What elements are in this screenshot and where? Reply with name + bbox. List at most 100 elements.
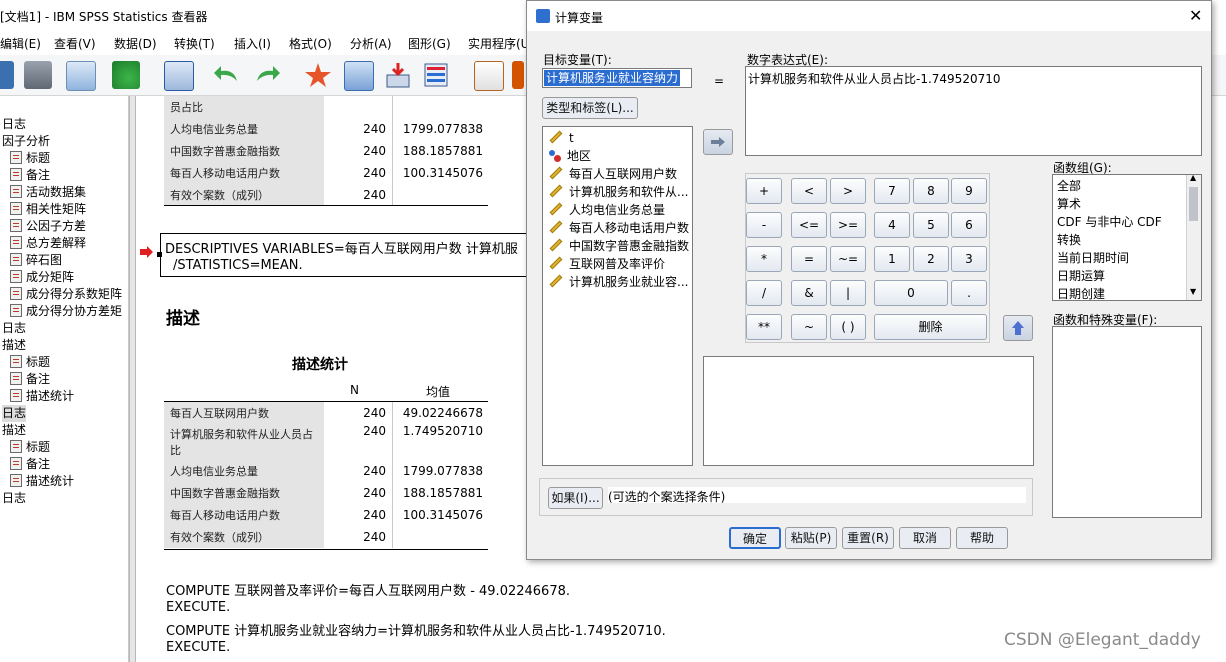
edit-icon[interactable]	[474, 61, 504, 91]
variable-list-item[interactable]: t	[549, 129, 574, 147]
key-not[interactable]: ~	[791, 314, 827, 340]
variable-list-item[interactable]: 中国数字普惠金融指数	[549, 237, 689, 255]
key-and[interactable]: &	[791, 280, 827, 306]
key-3[interactable]: 3	[951, 246, 987, 272]
paste-button[interactable]: 粘贴(P)	[785, 527, 837, 549]
outline-item[interactable]: 标题	[10, 150, 50, 167]
outline-item[interactable]: 备注	[10, 167, 50, 184]
function-group-item[interactable]: 日期创建	[1057, 285, 1105, 300]
menu-transform[interactable]: 转换(T)	[174, 35, 215, 52]
redo-icon[interactable]	[252, 61, 282, 89]
type-and-label-button[interactable]: 类型和标签(L)...	[542, 97, 638, 119]
undo-icon[interactable]	[212, 61, 242, 89]
save-icon[interactable]	[0, 61, 14, 89]
functions-special-variables-list[interactable]	[1052, 326, 1202, 518]
outline-item[interactable]: 标题	[10, 439, 50, 456]
variable-list-item[interactable]: 人均电信业务总量	[549, 201, 665, 219]
outline-item[interactable]: 描述统计	[10, 473, 74, 490]
key-delete[interactable]: 删除	[874, 314, 987, 340]
goto-case-icon[interactable]	[304, 61, 332, 89]
reset-button[interactable]: 重置(R)	[842, 527, 894, 549]
function-group-item[interactable]: 全部	[1057, 177, 1081, 195]
outline-item[interactable]: 描述统计	[10, 388, 74, 405]
variable-list-item[interactable]: 计算机服务业就业容...	[549, 273, 688, 291]
outline-item[interactable]: 日志	[2, 405, 27, 422]
key-6[interactable]: 6	[951, 212, 987, 238]
key-7[interactable]: 7	[874, 178, 910, 204]
menu-utilities[interactable]: 实用程序(U	[468, 35, 529, 52]
variable-list-item[interactable]: 每百人移动电话用户数	[549, 219, 689, 237]
key-greater-than[interactable]: >	[830, 178, 866, 204]
key-equals[interactable]: =	[791, 246, 827, 272]
move-function-up-button[interactable]	[1003, 315, 1033, 341]
function-group-scrollbar[interactable]: ▲ ▼	[1186, 175, 1201, 300]
key-5[interactable]: 5	[913, 212, 949, 238]
toolbar-overflow-icon[interactable]	[512, 61, 524, 89]
split-file-icon[interactable]	[422, 61, 450, 89]
numeric-expression-field[interactable]: 计算机服务和软件从业人员占比-1.749520710	[745, 66, 1202, 156]
key-not-equal[interactable]: ~=	[830, 246, 866, 272]
key-less-equal[interactable]: <=	[791, 212, 827, 238]
outline-item[interactable]: 总方差解释	[10, 235, 86, 252]
key-or[interactable]: |	[830, 280, 866, 306]
key-8[interactable]: 8	[913, 178, 949, 204]
key-0[interactable]: 0	[874, 280, 948, 306]
function-group-item[interactable]: 算术	[1057, 195, 1081, 213]
key-decimal[interactable]: .	[951, 280, 987, 306]
print-preview-icon[interactable]	[66, 61, 96, 91]
variable-list-item[interactable]: 每百人互联网用户数	[549, 165, 677, 183]
function-group-list[interactable]: ▲ ▼ 全部 算术 CDF 与非中心 CDF 转换 当前日期时间 日期运算 日期创建	[1052, 174, 1202, 301]
outline-item[interactable]: 成分得分协方差矩	[10, 303, 122, 320]
variable-list-item[interactable]: 地区	[549, 147, 591, 165]
outline-item[interactable]: 公因子方差	[10, 218, 86, 235]
help-button[interactable]: 帮助	[956, 527, 1008, 549]
menu-format[interactable]: 格式(O)	[289, 35, 332, 52]
key-divide[interactable]: /	[746, 280, 782, 306]
outline-item[interactable]: 碎石图	[10, 252, 62, 269]
menu-view[interactable]: 查看(V)	[54, 35, 96, 52]
key-parentheses[interactable]: ( )	[830, 314, 866, 340]
recall-dialog-icon[interactable]	[164, 61, 194, 91]
function-group-item[interactable]: 日期运算	[1057, 267, 1105, 285]
menu-data[interactable]: 数据(D)	[114, 35, 157, 52]
outline-item[interactable]: 描述	[2, 422, 26, 439]
outline-item[interactable]: 因子分析	[2, 133, 50, 150]
move-to-expression-button[interactable]	[703, 129, 733, 155]
key-less-than[interactable]: <	[791, 178, 827, 204]
close-icon[interactable]: ✕	[1189, 6, 1202, 25]
menu-analyze[interactable]: 分析(A)	[350, 35, 392, 52]
key-multiply[interactable]: *	[746, 246, 782, 272]
outline-item[interactable]: 日志	[2, 116, 26, 133]
outline-item[interactable]: 成分得分系数矩阵	[10, 286, 122, 303]
key-plus[interactable]: +	[746, 178, 782, 204]
outline-item[interactable]: 描述	[2, 337, 26, 354]
scroll-up-icon[interactable]: ▲	[1190, 175, 1196, 182]
menu-edit[interactable]: 编辑(E)	[0, 35, 41, 52]
print-icon[interactable]	[24, 61, 52, 89]
key-4[interactable]: 4	[874, 212, 910, 238]
menu-insert[interactable]: 插入(I)	[234, 35, 271, 52]
ok-button[interactable]: 确定	[729, 527, 781, 549]
function-group-item[interactable]: 当前日期时间	[1057, 249, 1129, 267]
variable-list-item[interactable]: 互联网普及率评价	[549, 255, 665, 273]
outline-item[interactable]: 备注	[10, 371, 50, 388]
export-icon[interactable]	[112, 61, 140, 89]
outline-item[interactable]: 日志	[2, 490, 26, 507]
outline-item[interactable]: 相关性矩阵	[10, 201, 86, 218]
function-group-item[interactable]: 转换	[1057, 231, 1081, 249]
key-greater-equal[interactable]: >=	[830, 212, 866, 238]
outline-item[interactable]: 标题	[10, 354, 50, 371]
variables-icon[interactable]	[344, 61, 374, 91]
key-9[interactable]: 9	[951, 178, 987, 204]
outline-item[interactable]: 成分矩阵	[10, 269, 74, 286]
key-2[interactable]: 2	[913, 246, 949, 272]
variable-list[interactable]: t 地区 每百人互联网用户数 计算机服务和软件从... 人均电信业务总量 每百人移动电话用…	[542, 126, 693, 466]
menu-graphs[interactable]: 图形(G)	[408, 35, 451, 52]
outline-item[interactable]: 备注	[10, 456, 50, 473]
outline-item[interactable]: 日志	[2, 320, 26, 337]
key-minus[interactable]: -	[746, 212, 782, 238]
pane-splitter[interactable]	[129, 96, 136, 662]
target-variable-field[interactable]: 计算机服务业就业容纳力	[542, 68, 692, 88]
key-power[interactable]: **	[746, 314, 782, 340]
if-button[interactable]: 如果(I)...	[548, 487, 603, 509]
